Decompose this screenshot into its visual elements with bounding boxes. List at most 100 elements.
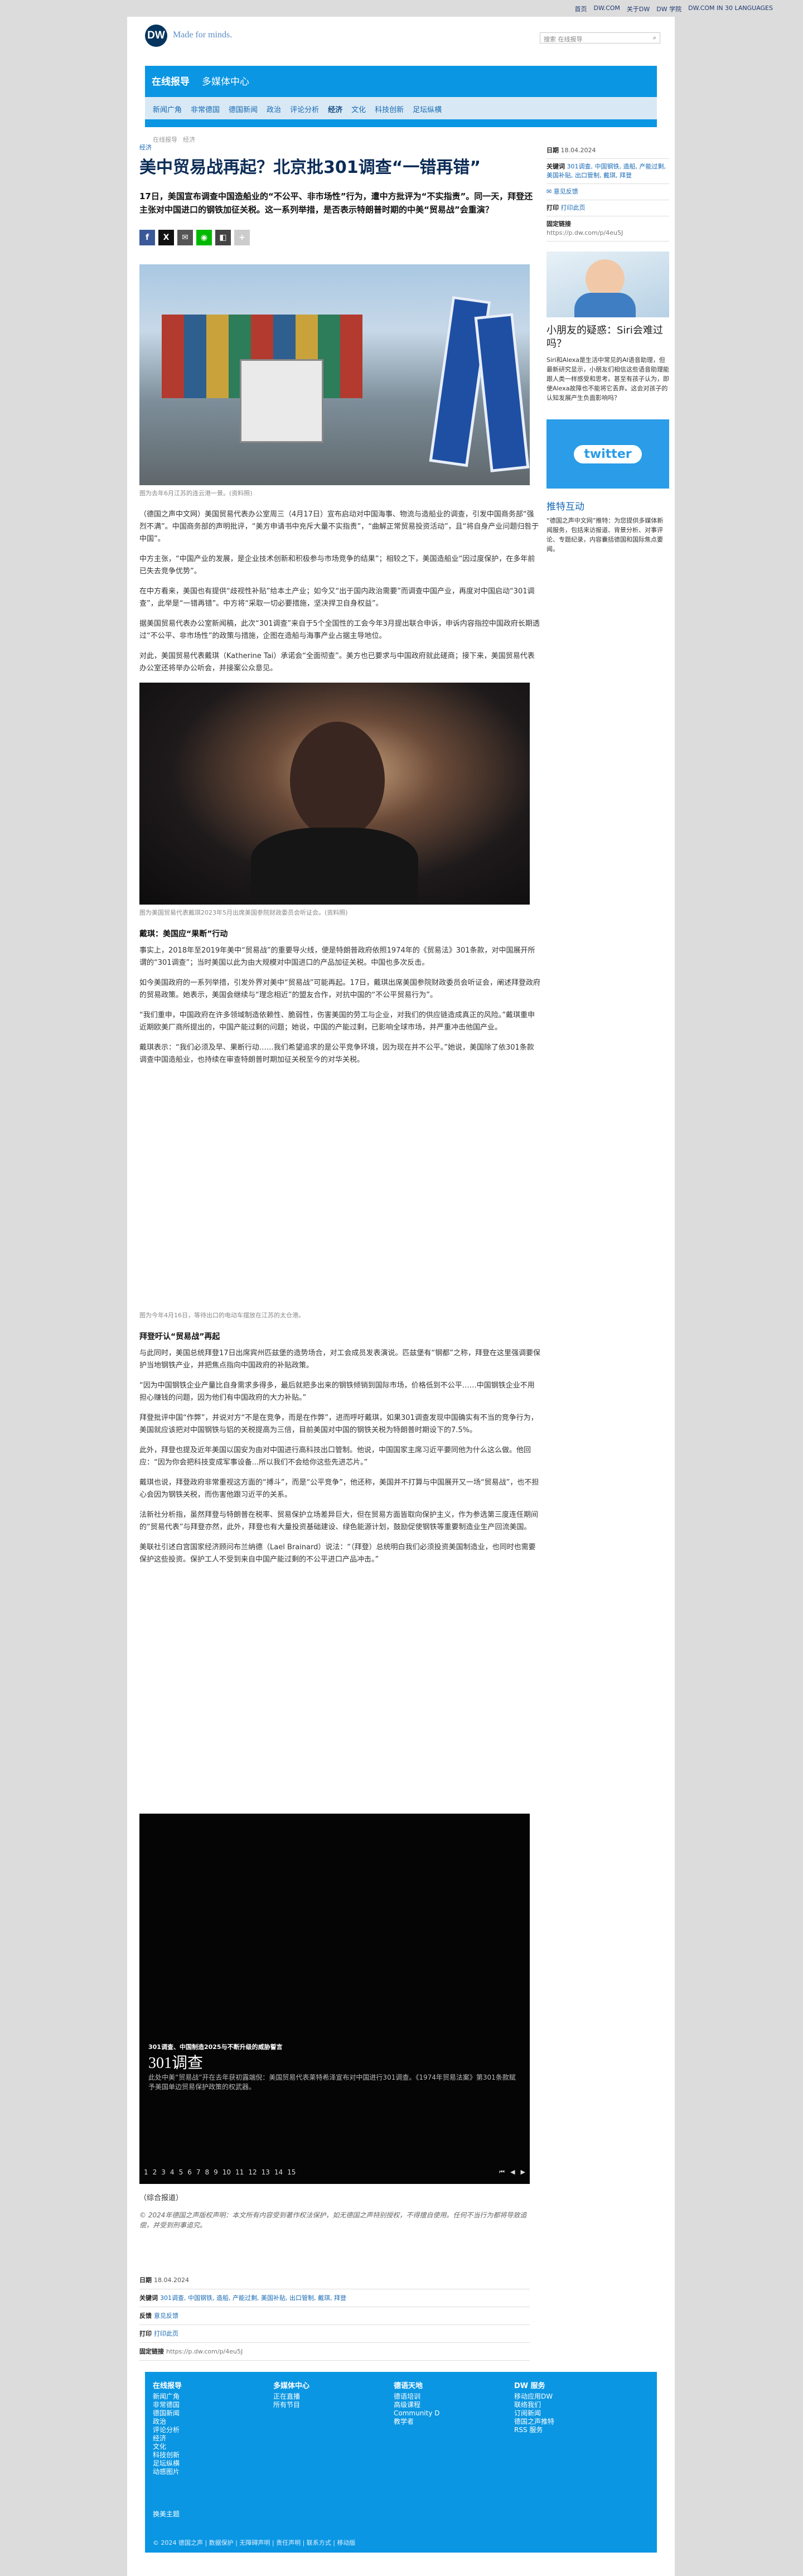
top-link[interactable]: DW 学院 — [656, 4, 681, 13]
paragraph: 据美国贸易代表办公室新闻稿，此次“301调查”来自于5个全国性的工会今年3月提出… — [139, 620, 540, 640]
footer-link[interactable]: 教学者 — [394, 2418, 440, 2426]
footer-link[interactable]: 评论分析 — [153, 2426, 182, 2434]
footer-column: 多媒体中心正在直播 所有节目 — [273, 2382, 309, 2409]
footer-link[interactable]: Community D — [394, 2409, 440, 2418]
sidebar-feature-title[interactable]: 小朋友的疑惑：Siri会难过吗？ — [546, 324, 669, 351]
search-placeholder: 搜索 在线报导 — [544, 36, 583, 43]
top-link[interactable]: DW.COM — [594, 4, 620, 13]
photo-placeholder — [139, 1074, 541, 1307]
gallery-page[interactable]: 2 — [153, 2168, 157, 2176]
top-strip: 首页 DW.COM 关于DW DW 学院 DW.COM IN 30 LANGUAGES — [0, 0, 803, 16]
page: DW Made for minds. 搜索 在线报导 ⌕ 在线报导 多媒体中心 新… — [127, 17, 675, 2576]
footer-column-title[interactable]: 多媒体中心 — [273, 2382, 309, 2390]
share-icon[interactable]: ◧ — [215, 230, 231, 245]
search-icon[interactable]: ⌕ — [653, 34, 656, 42]
sidebar-feature-image[interactable] — [546, 252, 669, 317]
gallery-page[interactable]: 14 — [274, 2168, 283, 2176]
gallery-page[interactable]: 13 — [262, 2168, 270, 2176]
gallery-controls: ⏮ ◀ ▶ — [499, 2168, 525, 2176]
footer-column-title[interactable]: DW 服务 — [514, 2382, 554, 2390]
subhead-2: 拜登吁认“贸易战”再起 — [139, 1332, 220, 1341]
footer-link[interactable]: 移动应用DW — [514, 2393, 554, 2401]
footer-link[interactable]: 正在直播 — [273, 2393, 309, 2401]
dw-logo[interactable]: DW — [145, 25, 167, 47]
copyright-note: © 2024年德国之声版权声明：本文所有内容受到著作权法保护，如无德国之声特别授… — [139, 2211, 527, 2229]
photo-caption-2: 图为美国贸易代表戴琪2023年5月出席美国参院财政委员会听证会。(资料照) — [139, 909, 348, 916]
footer-column-title[interactable]: 德语天地 — [394, 2382, 440, 2390]
nav-sub-item[interactable]: 德国新闻 — [229, 104, 258, 114]
footer-link[interactable]: 所有节目 — [273, 2401, 309, 2409]
twitter-banner[interactable]: twitter — [546, 419, 669, 489]
side-permalink[interactable]: https://p.dw.com/p/4eu5J — [546, 229, 623, 236]
plus-icon[interactable]: + — [234, 230, 250, 245]
facebook-icon[interactable]: f — [139, 230, 155, 245]
nav-sub-item[interactable]: 足坛纵横 — [413, 104, 442, 114]
footer-link[interactable]: 联络我们 — [514, 2401, 554, 2409]
footer-column-title[interactable]: 在线报导 — [153, 2382, 182, 2390]
gallery-page[interactable]: 6 — [187, 2168, 192, 2176]
next-icon[interactable]: ▶ — [521, 2168, 525, 2176]
side-print[interactable]: 打印此页 — [561, 204, 586, 211]
gallery-page[interactable]: 4 — [170, 2168, 175, 2176]
footer-column: 德语天地德语培训 高级课程 Community D 教学者 — [394, 2382, 440, 2426]
share-bar: f X ✉ ◉ ◧ + — [139, 230, 541, 245]
footer-link[interactable]: 文化 — [153, 2443, 182, 2451]
gallery-page[interactable]: 3 — [161, 2168, 166, 2176]
video-gallery[interactable]: 301调查、中国制造2025与不断升级的威胁誓言 301调查 此处中美“贸易战”… — [139, 1814, 530, 2184]
footer-link[interactable]: 经济 — [153, 2434, 182, 2443]
gallery-page[interactable]: 15 — [287, 2168, 296, 2176]
x-icon[interactable]: X — [158, 230, 174, 245]
tags-links[interactable]: 301调查, 中国钢铁, 造船, 产能过剩, 美国补贴, 出口管制, 戴琪, 拜… — [160, 2294, 346, 2302]
search-input[interactable]: 搜索 在线报导 ⌕ — [540, 32, 660, 44]
promo-title[interactable]: 推特互动 — [546, 499, 669, 513]
side-date: 18.04.2024 — [560, 147, 596, 154]
permalink[interactable]: https://p.dw.com/p/4eu5J — [166, 2348, 243, 2355]
promo-text: “德国之声中文网”推特：为您提供多媒体新闻服务，包括来访报道、背景分析、对事评论… — [546, 517, 664, 553]
nav-sub-item[interactable]: 评论分析 — [290, 104, 319, 114]
footer-link[interactable]: 高级课程 — [394, 2401, 440, 2409]
paragraph: 戴琪也说，拜登政府非常重视这方面的“搏斗”，而是“公平竞争”，他还称，美国并不打… — [139, 1478, 539, 1499]
feedback-link[interactable]: 意见反馈 — [154, 2312, 178, 2319]
footer-link[interactable]: RSS 服务 — [514, 2426, 554, 2434]
footer-theme-link[interactable]: 换美主题 — [153, 2509, 180, 2519]
footer-link[interactable]: 德国新闻 — [153, 2409, 182, 2418]
prev-icon[interactable]: ◀ — [510, 2168, 515, 2176]
nav-sub-item[interactable]: 文化 — [351, 104, 366, 114]
side-feedback[interactable]: 意见反馈 — [554, 188, 578, 195]
gallery-page[interactable]: 5 — [179, 2168, 183, 2176]
top-link[interactable]: DW.COM IN 30 LANGUAGES — [688, 4, 773, 13]
line-icon[interactable]: ◉ — [196, 230, 212, 245]
footer-link[interactable]: 德语培训 — [394, 2393, 440, 2401]
nav-sub-item[interactable]: 新闻广角 — [153, 104, 182, 114]
footer-link[interactable]: 科技创新 — [153, 2451, 182, 2459]
nav-sub-item[interactable]: 经济 — [328, 104, 342, 114]
section-tag[interactable]: 经济 — [139, 143, 541, 152]
gallery-page[interactable]: 12 — [248, 2168, 257, 2176]
first-icon[interactable]: ⏮ — [499, 2168, 505, 2176]
nav-primary-item[interactable]: 在线报导 — [152, 74, 190, 88]
nav-sub-item[interactable]: 科技创新 — [375, 104, 404, 114]
gallery-page[interactable]: 11 — [235, 2168, 244, 2176]
gallery-page[interactable]: 8 — [205, 2168, 209, 2176]
footer-link[interactable]: 动感图片 — [153, 2468, 182, 2476]
top-link[interactable]: 首页 — [575, 4, 587, 13]
nav-sub-item[interactable]: 非常德国 — [191, 104, 220, 114]
top-link[interactable]: 关于DW — [627, 4, 650, 13]
gallery-page[interactable]: 1 — [144, 2168, 148, 2176]
mail-icon[interactable]: ✉ — [177, 230, 193, 245]
footer-link[interactable]: 订阅新闻 — [514, 2409, 554, 2418]
side-tags[interactable]: 301调查, 中国钢铁, 造船, 产能过剩, 美国补贴, 出口管制, 戴琪, 拜… — [546, 163, 666, 179]
footer-link[interactable]: 新闻广角 — [153, 2393, 182, 2401]
footer-link[interactable]: 足坛纵横 — [153, 2459, 182, 2468]
gallery-page[interactable]: 10 — [222, 2168, 231, 2176]
nav-sub-item[interactable]: 政治 — [267, 104, 281, 114]
nav-primary-item[interactable]: 多媒体中心 — [202, 74, 249, 88]
gallery-page[interactable]: 7 — [196, 2168, 201, 2176]
photo-caption-1: 图为去年6月江苏的连云港一景。(资料照) — [139, 490, 253, 497]
gallery-page[interactable]: 9 — [214, 2168, 218, 2176]
footer-link[interactable]: 德国之声推特 — [514, 2418, 554, 2426]
photo-caption-3: 图为今年4月16日，等待出口的电动车摆放在江苏的太仓港。 — [139, 1312, 304, 1319]
print-link[interactable]: 打印此页 — [154, 2330, 178, 2337]
footer-link[interactable]: 非常德国 — [153, 2401, 182, 2409]
footer-link[interactable]: 政治 — [153, 2418, 182, 2426]
